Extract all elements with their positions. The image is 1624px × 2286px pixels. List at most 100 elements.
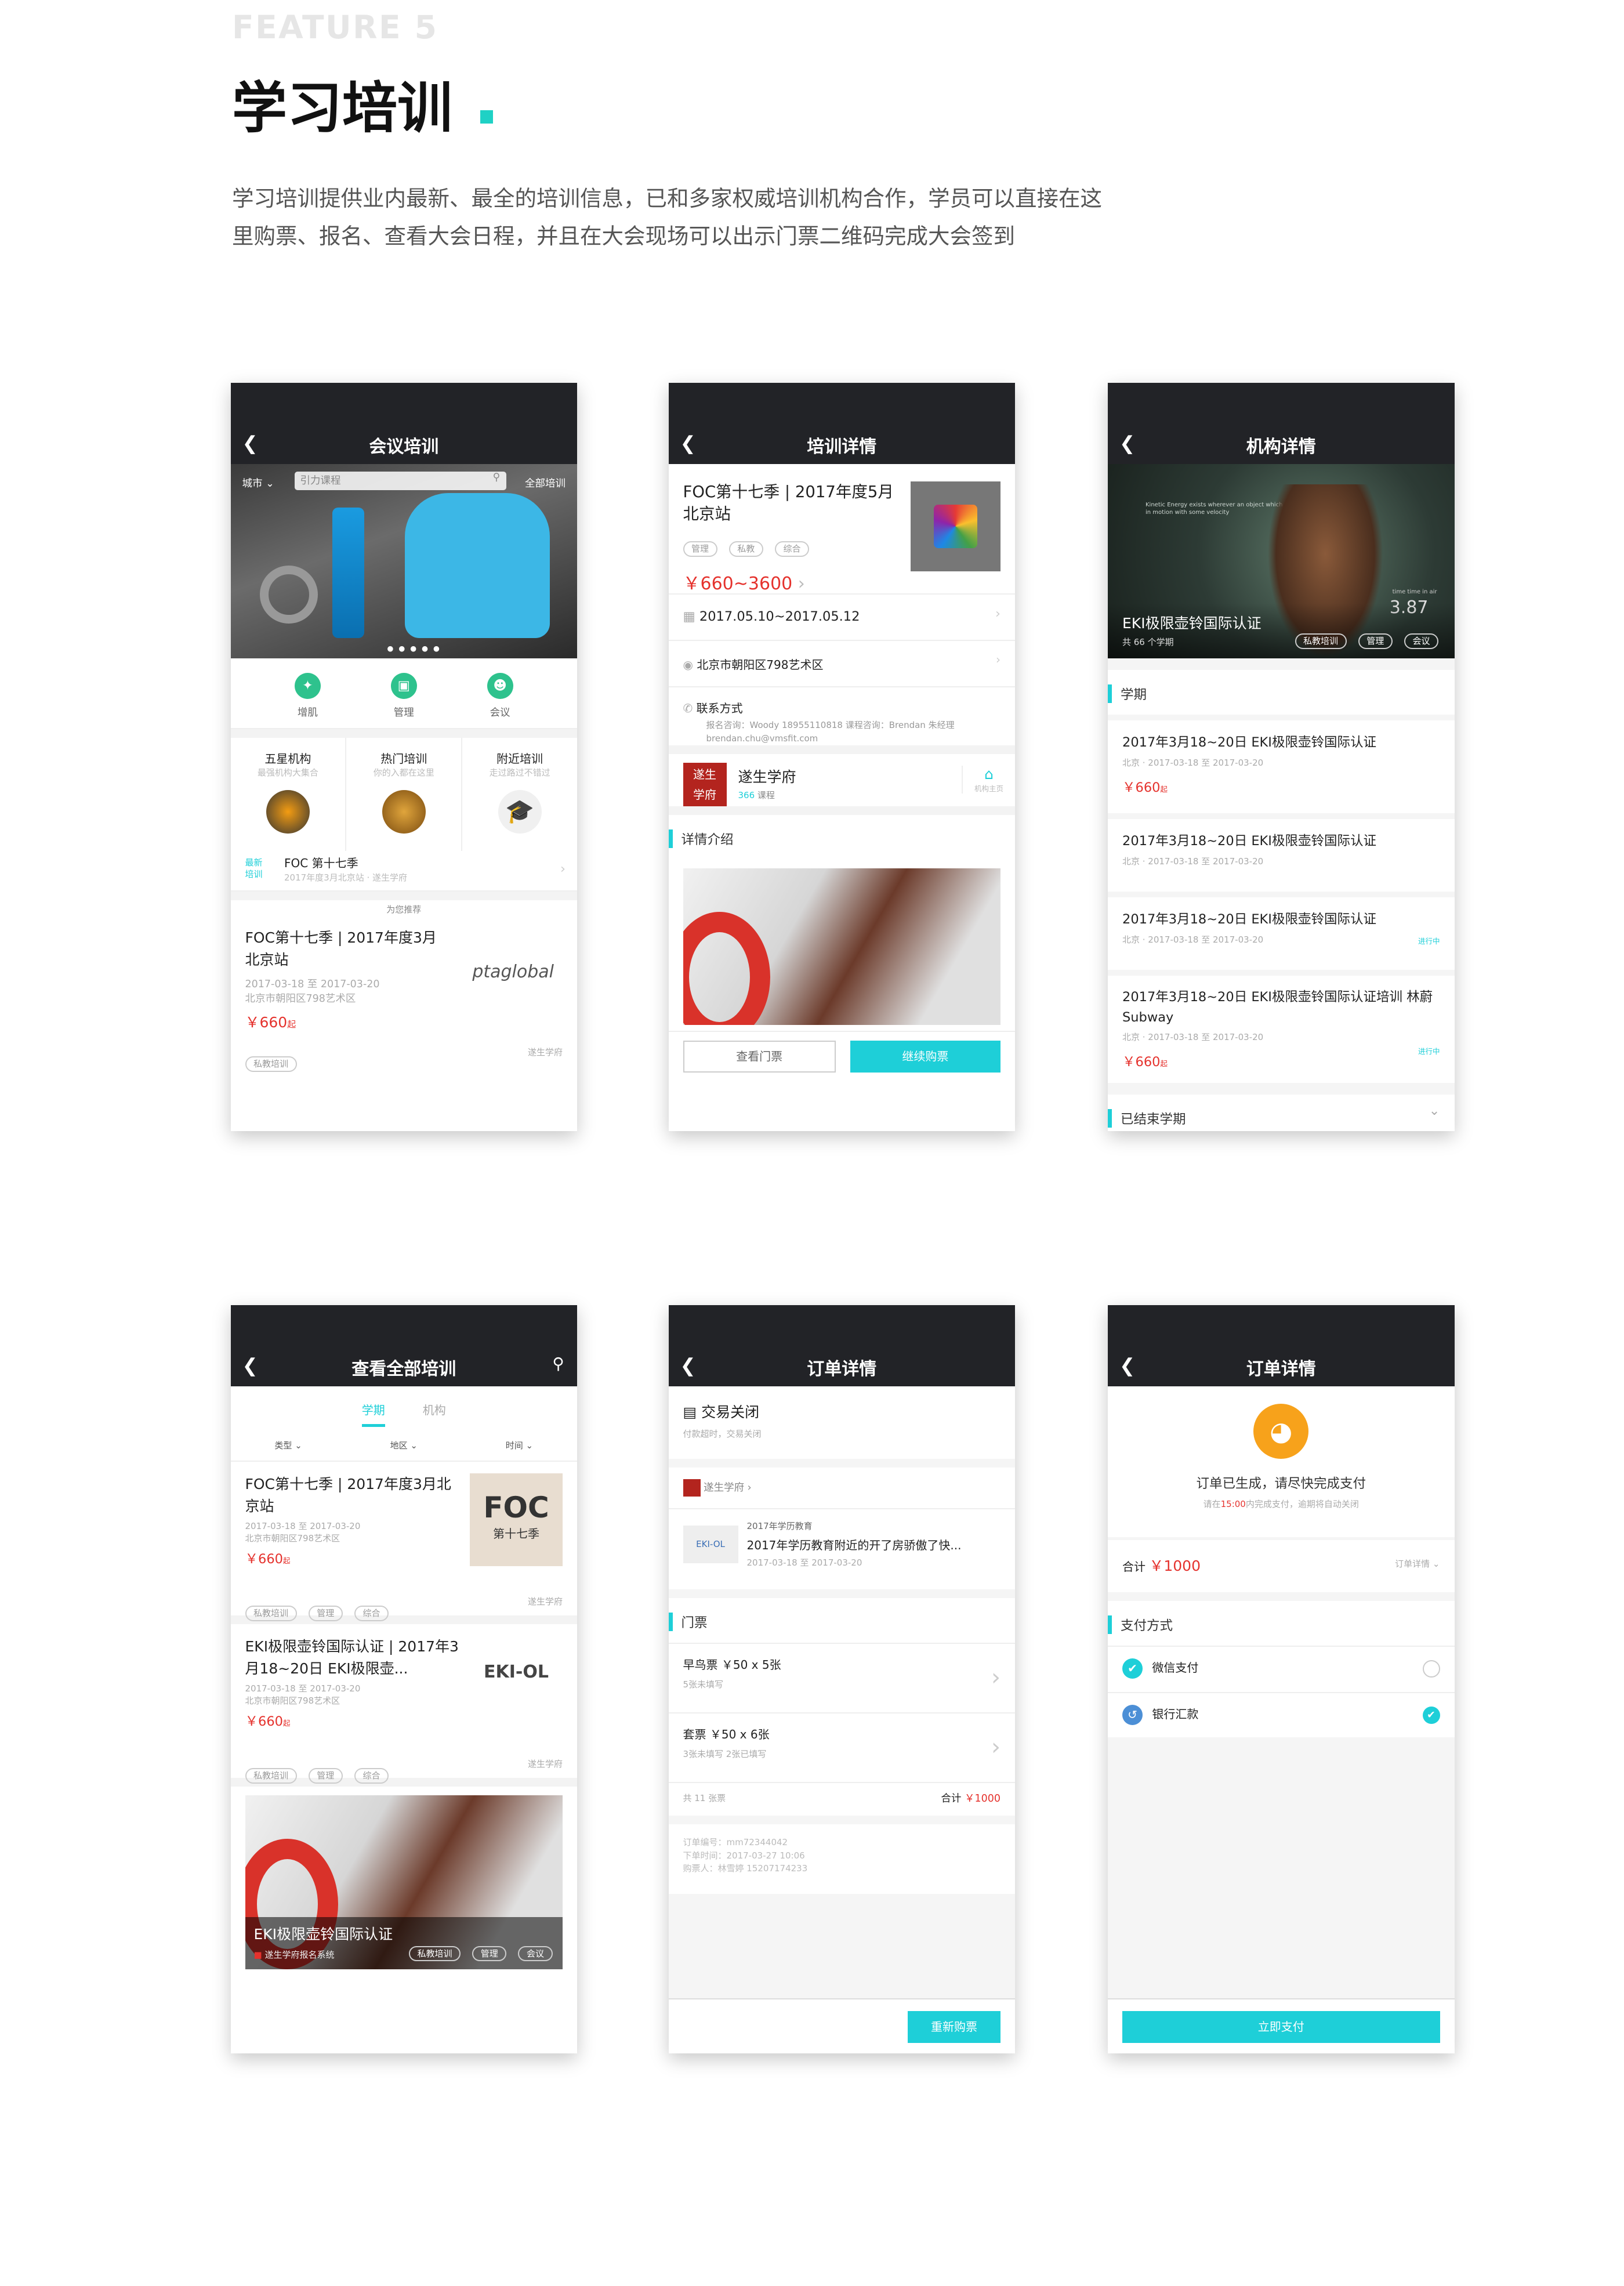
category-management[interactable]: ▣ 管理 bbox=[390, 673, 417, 719]
ended-terms-row[interactable]: 已结束学期 ⌄ bbox=[1108, 1095, 1455, 1131]
date-row[interactable]: ▦ 2017.05.10~2017.05.12 › bbox=[668, 595, 1015, 641]
wechat-icon: ✔ bbox=[1122, 1658, 1143, 1679]
view-tickets-button[interactable]: 查看门票 bbox=[683, 1041, 836, 1073]
filter-time[interactable]: 时间 ⌄ bbox=[462, 1430, 577, 1461]
pay-now-button[interactable]: 立即支付 bbox=[1122, 2011, 1440, 2043]
term-item[interactable]: 2017年3月18~20日 EKI极限壶铃国际认证 北京 · 2017-03-1… bbox=[1108, 897, 1455, 970]
term-meta: 北京 · 2017-03-18 至 2017-03-20 bbox=[1122, 758, 1264, 768]
term-title: 2017年3月18~20日 EKI极限壶铃国际认证培训 林蔚 Subway bbox=[1122, 990, 1433, 1025]
category-meeting[interactable]: ☻ 会议 bbox=[487, 673, 513, 719]
card-org: 遂生学府 bbox=[527, 1047, 563, 1057]
tag: 管理 bbox=[472, 1946, 507, 1961]
radio-unchecked[interactable] bbox=[1422, 1660, 1440, 1678]
payment-option-wechat[interactable]: ✔ 微信支付 bbox=[1108, 1647, 1455, 1693]
term-item[interactable]: 2017年3月18~20日 EKI极限壶铃国际认证 北京 · 2017-03-1… bbox=[1108, 720, 1455, 813]
order-time: 下单时间：2017-03-27 10:06 bbox=[683, 1850, 805, 1861]
tag: 管理 bbox=[308, 1606, 343, 1621]
screen-title: 订单详情 bbox=[807, 1359, 877, 1379]
phone-training-detail: ❮ 培训详情 FOC第十七季 | 2017年度5月北京站 管理 私教 综合 ￥6… bbox=[668, 383, 1016, 1131]
search-icon[interactable]: ⚲ bbox=[552, 1354, 564, 1373]
bottom-actions: 查看门票 继续购票 bbox=[668, 1031, 1015, 1081]
recommend-header: 为您推荐 bbox=[230, 892, 577, 918]
pending-message: 订单已生成，请尽快完成支付 bbox=[1196, 1476, 1366, 1491]
screen-title: 会议培训 bbox=[369, 437, 439, 457]
continue-buy-button[interactable]: 继续购票 bbox=[850, 1041, 1000, 1073]
filter-type[interactable]: 类型 ⌄ bbox=[231, 1430, 346, 1461]
hero-banner[interactable]: 城市 ⌄ 引力课程 ⚲ 全部培训 ● ● ● ● ● bbox=[230, 464, 577, 658]
phone-org-detail: ❮ 机构详情 Kinetic Energy exists wherever an… bbox=[1108, 383, 1455, 1131]
org-home-link[interactable]: ⌂ 机构主页 bbox=[961, 766, 1003, 794]
tag: 私教培训 bbox=[245, 1768, 297, 1784]
total-label: 合计 bbox=[941, 1792, 962, 1805]
promo-banner[interactable]: EKI极限壶铃国际认证 ■ 遂生学府报名系统 私教培训 管理 会议 bbox=[245, 1795, 563, 1969]
intro-section: 详情介绍 bbox=[668, 829, 1016, 848]
card-logo: ptaglobal bbox=[472, 962, 554, 982]
ticket-row[interactable]: 早鸟票 ￥50 x 5张 5张未填写 › bbox=[668, 1644, 1015, 1713]
address-row[interactable]: ◉ 北京市朝阳区798艺术区 › bbox=[668, 641, 1015, 687]
order-course[interactable]: 遂生学府 › EKI-OL 2017年学历教育 2017年学历教育附近的开了房骄… bbox=[668, 1468, 1015, 1589]
banner-overlay: EKI极限壶铃国际认证 ■ 遂生学府报名系统 私教培训 管理 会议 bbox=[245, 1917, 563, 1969]
item-price: ￥660起 bbox=[245, 1713, 291, 1729]
ticket-row[interactable]: 套票 ￥50 x 6张 3张未填写 2张已填写 › bbox=[668, 1713, 1015, 1783]
chevron-down-icon: ⌄ bbox=[1432, 1559, 1440, 1569]
order-detail-link[interactable]: 订单详情 ⌄ bbox=[1395, 1557, 1440, 1570]
card-subtitle: 最强机构大集合 bbox=[257, 767, 318, 778]
graduation-cap-icon: 🎓 bbox=[498, 790, 542, 834]
city-selector[interactable]: 城市 ⌄ bbox=[242, 476, 274, 490]
term-meta: 北京 · 2017-03-18 至 2017-03-20 bbox=[1122, 856, 1264, 867]
city-label: 城市 bbox=[242, 478, 263, 490]
top-bar: ❮ 机构详情 bbox=[1108, 383, 1455, 464]
card-title: 五星机构 bbox=[264, 752, 311, 766]
tag: 私教培训 bbox=[409, 1946, 461, 1961]
training-summary: FOC第十七季 | 2017年度5月北京站 管理 私教 综合 ￥660~3600… bbox=[668, 464, 1015, 595]
hot-trainings[interactable]: 热门培训 你的入都在这里 bbox=[346, 738, 463, 851]
contact-label: 联系方式 bbox=[696, 701, 743, 715]
term-item[interactable]: 2017年3月18~20日 EKI极限壶铃国际认证 北京 · 2017-03-1… bbox=[1108, 819, 1455, 892]
tag: 综合 bbox=[354, 1606, 389, 1621]
latest-badge: 最新 培训 bbox=[245, 857, 263, 879]
tickets-section: 门票 早鸟票 ￥50 x 5张 5张未填写 › 套票 ￥50 x 6张 3张未填… bbox=[668, 1598, 1015, 1816]
order-meta: 订单编号：mm72344042 下单时间：2017-03-27 10:06 购票… bbox=[668, 1824, 1015, 1894]
screen-title: 订单详情 bbox=[1246, 1359, 1316, 1379]
latest-training-row[interactable]: 最新 培训 FOC 第十七季 2017年度3月北京站 · 遂生学府 › bbox=[230, 851, 577, 892]
tag: 综合 bbox=[774, 541, 809, 557]
banner-tank-top bbox=[404, 493, 550, 638]
payment-option-bank[interactable]: ↺ 银行汇款 ✔ bbox=[1108, 1693, 1455, 1740]
top-bar: ❮ 查看全部培训 ⚲ bbox=[230, 1305, 577, 1386]
tag: 私教培训 bbox=[1295, 633, 1347, 649]
card-title: FOC第十七季 | 2017年度3月北京站 bbox=[245, 929, 437, 968]
org-hero: Kinetic Energy exists wherever an object… bbox=[1108, 464, 1455, 658]
ticket-status: 5张未填写 bbox=[683, 1679, 724, 1690]
method-name: 银行汇款 bbox=[1152, 1707, 1199, 1721]
all-trainings-link[interactable]: 全部培训 bbox=[525, 476, 566, 490]
filter-region[interactable]: 地区 ⌄ bbox=[346, 1430, 462, 1461]
tag: 管理 bbox=[308, 1768, 343, 1784]
recommend-card[interactable]: FOC第十七季 | 2017年度3月北京站 2017-03-18 至 2017-… bbox=[231, 918, 578, 1078]
five-star-orgs[interactable]: 五星机构 最强机构大集合 bbox=[231, 738, 347, 851]
search-input[interactable]: 引力课程 bbox=[300, 475, 341, 487]
status-badge: 进行中 bbox=[1418, 1047, 1440, 1056]
org-row[interactable]: 遂生 学府 遂生学府 366 课程 ⌂ 机构主页 bbox=[668, 754, 1015, 815]
category-muscle[interactable]: ✦ 增肌 bbox=[294, 673, 321, 719]
screen-title: 培训详情 bbox=[807, 437, 877, 457]
contact-row: ✆ 联系方式 报名咨询：Woody 18955110818 课程咨询：Brend… bbox=[668, 687, 1015, 754]
address-text: 北京市朝阳区798艺术区 bbox=[697, 658, 824, 672]
location-icon: ◉ bbox=[683, 658, 693, 672]
order-buyer: 购票人：林雪婷 15207174233 bbox=[683, 1863, 808, 1874]
training-item[interactable]: FOC第十七季 | 2017年度3月北京站 2017-03-18 至 2017-… bbox=[230, 1462, 577, 1624]
tab-orgs[interactable]: 机构 bbox=[423, 1401, 446, 1430]
order-total-row[interactable]: 合计 ￥1000 订单详情 ⌄ bbox=[1108, 1540, 1455, 1592]
tag: 会议 bbox=[518, 1946, 553, 1961]
nearby-trainings[interactable]: 附近培训 走过路过不错过 🎓 bbox=[462, 738, 577, 851]
order-org-row[interactable]: 遂生学府 › bbox=[668, 1468, 1015, 1509]
tab-terms[interactable]: 学期 bbox=[361, 1401, 385, 1427]
search-bar[interactable]: 引力课程 ⚲ bbox=[294, 471, 506, 490]
date-text: 2017.05.10~2017.05.12 bbox=[699, 609, 860, 624]
rebuy-button[interactable]: 重新购票 bbox=[908, 2011, 1000, 2043]
search-icon: ⚲ bbox=[492, 471, 501, 483]
phone-order-closed: ❮ 订单详情 ▤ 交易关闭 付款超时，交易关闭 遂生学府 › EKI-OL 20… bbox=[668, 1305, 1015, 2053]
term-item[interactable]: 2017年3月18~20日 EKI极限壶铃国际认证培训 林蔚 Subway 北京… bbox=[1108, 976, 1455, 1083]
radio-checked[interactable]: ✔ bbox=[1422, 1706, 1440, 1724]
page-title: 学习培训 bbox=[232, 77, 453, 140]
training-item[interactable]: EKI极限壶铃国际认证 | 2017年3月18~20日 EKI极限壶... 20… bbox=[230, 1624, 577, 1787]
